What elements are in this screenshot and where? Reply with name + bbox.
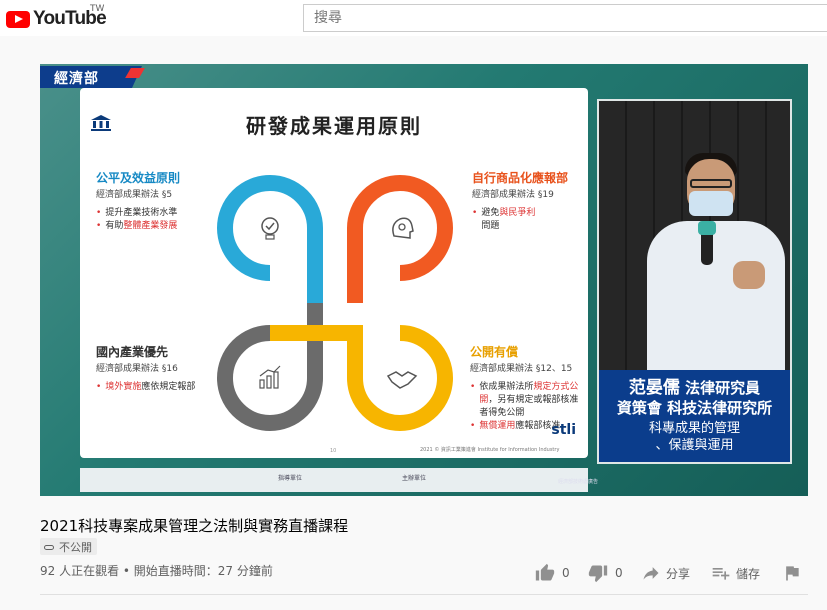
section-law: 經濟部成果辦法 §5 (96, 190, 173, 200)
bullet: 有助整體產業發展 (96, 220, 226, 233)
section-heading: 公平及效益原則 (96, 171, 181, 185)
section-heading: 自行商品化應報部 (472, 171, 569, 185)
lightbulb-icon (261, 217, 279, 240)
thumbs-up-icon (535, 563, 555, 581)
privacy-badge: 不公開 (40, 538, 97, 555)
speaker-caption: 范晏儒 法律研究員 資策會 科技法律研究所 科專成果的管理 、保護與運用 (599, 370, 790, 462)
youtube-play-icon (6, 10, 30, 28)
speaker-dept: 科技法律研究所 (667, 399, 773, 417)
ad-credit: 經濟部技術處廣告 (558, 479, 599, 485)
top-bar: YouTube TW (0, 0, 827, 36)
moe-badge: 經濟部 (40, 66, 132, 88)
speaker-camera: 范晏儒 法律研究員 資策會 科技法律研究所 科專成果的管理 、保護與運用 (597, 99, 792, 464)
privacy-label: 不公開 (59, 541, 92, 554)
speaker-name: 范晏儒 (628, 378, 680, 398)
save-button[interactable]: 儲存 (710, 563, 760, 583)
bar-chart-icon (259, 365, 281, 389)
dislike-button[interactable]: 0 (587, 563, 623, 583)
link-icon (44, 544, 54, 550)
speaker-hand (733, 261, 765, 289)
save-label: 儲存 (736, 566, 761, 581)
like-button[interactable]: 0 (534, 563, 570, 583)
search-box[interactable] (303, 4, 827, 32)
stli-logo: stli (551, 422, 576, 438)
playlist-add-icon (712, 568, 730, 580)
speaker-mask (689, 191, 733, 216)
section-law: 經濟部成果辦法 §19 (472, 190, 554, 200)
region-label: TW (90, 4, 105, 14)
divider (40, 594, 808, 595)
speaker-name-block: 范晏儒 法律研究員 資策會 科技法律研究所 (599, 378, 790, 418)
like-count: 0 (562, 566, 570, 580)
slide-page-number: 10 (330, 448, 337, 454)
viewer-count: 92 人正在觀看 • 開始直播時間：27 分鐘前 (40, 564, 273, 578)
loop-gray (217, 303, 323, 431)
section-heading: 國內產業優先 (96, 345, 169, 359)
video-title: 2021科技專案成果管理之法制與實務直播課程 (40, 517, 349, 535)
video-player[interactable]: 經濟部 研發成果運用原則 公平及效益原則 經濟部成果辦法 §5 提升產業技術水準… (40, 64, 808, 496)
organizer-label: 指導單位 (278, 475, 303, 482)
four-loop-diagram (217, 175, 453, 431)
loop-orange (347, 175, 453, 303)
microphone-head (698, 221, 716, 235)
slide-title: 研發成果運用原則 (246, 114, 422, 138)
bullet: 境外實施應依規定報部 (96, 381, 216, 394)
speaker-title: 法律研究員 (685, 379, 761, 397)
speaker-glasses (690, 179, 732, 188)
presentation-slide: 研發成果運用原則 公平及效益原則 經濟部成果辦法 §5 提升產業技術水準 有助整… (80, 88, 588, 458)
report-button[interactable] (782, 563, 802, 583)
section-domestic: 國內產業優先 經濟部成果辦法 §16 境外實施應依規定報部 (96, 346, 216, 394)
share-button[interactable]: 分享 (640, 563, 690, 583)
slide-footer: 2021 © 資訊工業策進會 Institute for Information… (420, 447, 560, 453)
host-label: 主辦單位 (402, 475, 427, 482)
section-law: 經濟部成果辦法 §12、15 (470, 364, 573, 374)
flag-icon (786, 566, 799, 581)
sponsor-bar: 指導單位 主辦單位 (80, 468, 588, 492)
speaker-org: 資策會 (616, 399, 662, 417)
handshake-icon (386, 371, 418, 389)
thumbs-down-icon (588, 565, 608, 583)
head-gear-icon (392, 217, 414, 239)
bullet: 提升產業技術水準 (96, 207, 226, 220)
session-topic: 科專成果的管理 、保護與運用 (648, 421, 740, 453)
section-fairness: 公平及效益原則 經濟部成果辦法 §5 提升產業技術水準 有助整體產業發展 (96, 172, 226, 233)
loop-blue (217, 175, 323, 303)
section-heading: 公開有償 (470, 345, 519, 359)
section-law: 經濟部成果辦法 §16 (96, 364, 178, 374)
share-label: 分享 (666, 566, 691, 581)
dislike-count: 0 (615, 566, 623, 580)
section-public: 公開有償 經濟部成果辦法 §12、15 依成果辦法所規定方式公開，另有規定或報部… (470, 346, 586, 433)
bullet: 避免與民爭利問題 (472, 207, 582, 233)
bullet: 依成果辦法所規定方式公開，另有規定或報部核准者得免公開 (470, 381, 586, 420)
section-commercialization: 自行商品化應報部 經濟部成果辦法 §19 避免與民爭利問題 (472, 172, 582, 233)
search-input[interactable] (304, 5, 827, 31)
share-icon (643, 567, 659, 580)
